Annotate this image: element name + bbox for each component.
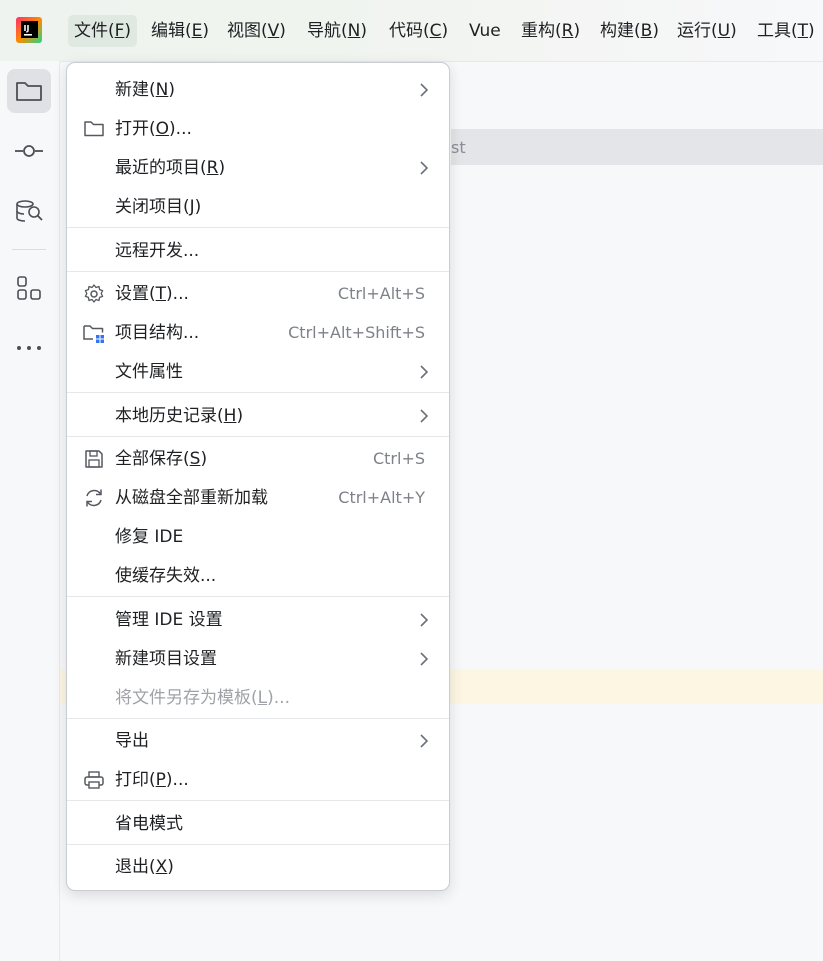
menu-edit[interactable]: 编辑(E) [145,15,215,47]
menu-item-invalidate-caches[interactable]: 使缓存失效... [67,560,449,592]
chevron-right-icon [420,652,429,666]
menu-navigate[interactable]: 导航(N) [301,15,373,47]
menu-item-remote-development[interactable]: 远程开发... [67,235,449,267]
menu-item-file-properties[interactable]: 文件属性 [67,356,449,388]
chevron-right-icon [420,83,429,97]
menu-item-new[interactable]: 新建(N) [67,74,449,106]
menu-code[interactable]: 代码(C) [383,15,454,47]
menu-separator [67,271,449,272]
menu-item-settings[interactable]: 设置(T)... Ctrl+Alt+S [67,278,449,310]
save-icon [85,450,103,468]
main-menu-bar: IJ 文件(F) 编辑(E) 视图(V) 导航(N) 代码(C) Vue 重构(… [0,0,823,62]
chevron-right-icon [420,161,429,175]
menu-build[interactable]: 构建(B) [594,15,665,47]
database-search-icon [16,200,43,222]
menu-refactor[interactable]: 重构(R) [515,15,586,47]
folder-icon [16,82,42,101]
menu-tools[interactable]: 工具(T) [751,15,821,47]
menu-item-print[interactable]: 打印(P)... [67,764,449,796]
chevron-right-icon [420,613,429,627]
menu-separator [67,227,449,228]
more-tools-button[interactable] [7,326,51,370]
reload-icon [86,489,102,507]
chevron-right-icon [420,734,429,748]
menu-item-close-project[interactable]: 关闭项目(J) [67,191,449,223]
menu-item-project-structure[interactable]: 项目结构... Ctrl+Alt+Shift+S [67,317,449,349]
project-tool-button[interactable] [7,69,51,113]
menu-item-power-save-mode[interactable]: 省电模式 [67,808,449,840]
menu-file[interactable]: 文件(F) [68,15,138,47]
menu-item-repair-ide[interactable]: 修复 IDE [67,521,449,553]
chevron-right-icon [420,365,429,379]
shortcut-label: Ctrl+Alt+S [337,284,425,303]
background-tab-strip [451,129,823,165]
menu-separator [67,844,449,845]
menu-item-manage-ide-settings[interactable]: 管理 IDE 设置 [67,604,449,636]
menu-item-save-all[interactable]: 全部保存(S) Ctrl+S [67,443,449,475]
menu-item-open[interactable]: 打开(O)... [67,113,449,145]
menu-view[interactable]: 视图(V) [221,15,292,47]
project-structure-icon [83,325,104,343]
shortcut-label: Ctrl+S [372,449,425,468]
menu-item-recent-projects[interactable]: 最近的项目(R) [67,152,449,184]
menu-item-exit[interactable]: 退出(X) [67,851,449,883]
folder-icon [84,121,104,137]
shortcut-label: Ctrl+Alt+Y [338,488,425,507]
tool-strip-divider [12,249,46,250]
shortcut-label: Ctrl+Alt+Shift+S [288,323,425,342]
chevron-right-icon [420,409,429,423]
tool-window-strip [0,61,60,961]
menu-item-reload-all[interactable]: 从磁盘全部重新加载 Ctrl+Alt+Y [67,482,449,514]
printer-icon [84,771,104,789]
structure-icon [17,276,41,300]
menu-separator [67,718,449,719]
menu-item-new-project-settings[interactable]: 新建项目设置 [67,643,449,675]
menu-item-local-history[interactable]: 本地历史记录(H) [67,400,449,432]
svg-text:IJ: IJ [24,24,30,33]
menu-separator [67,596,449,597]
menu-run[interactable]: 运行(U) [671,15,743,47]
more-horizontal-icon [17,346,41,350]
file-menu-dropdown: 新建(N) 打开(O)... 最近的项目(R) 关闭项目(J) 远程开发... … [66,62,450,891]
background-tab-text: st [451,138,466,157]
menu-vue[interactable]: Vue [463,15,507,47]
gear-icon [84,284,104,303]
commit-icon [15,145,43,157]
menu-separator [67,800,449,801]
commit-tool-button[interactable] [7,129,51,173]
menu-item-save-as-template: 将文件另存为模板(L)... [115,688,290,708]
database-tool-button[interactable] [7,190,51,234]
structure-tool-button[interactable] [7,266,51,310]
menu-separator [67,392,449,393]
app-logo-icon[interactable]: IJ [16,17,42,43]
menu-separator [67,436,449,437]
menu-item-export[interactable]: 导出 [67,725,449,757]
